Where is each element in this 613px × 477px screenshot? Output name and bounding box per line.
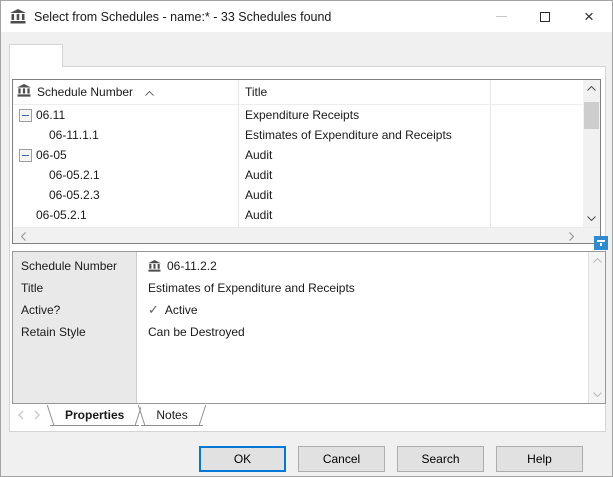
minimize-button[interactable] bbox=[479, 1, 523, 32]
top-tab[interactable] bbox=[9, 44, 63, 67]
sort-ascending-icon bbox=[145, 85, 154, 99]
property-value-text: Estimates of Expenditure and Receipts bbox=[148, 281, 355, 295]
bottom-tab-strip: Properties Notes bbox=[12, 405, 205, 429]
property-value-text: 06-11.2.2 bbox=[167, 259, 217, 273]
check-icon: ✓ bbox=[148, 302, 159, 318]
tab-label: Properties bbox=[65, 408, 124, 422]
select-schedules-dialog: Select from Schedules - name:* - 33 Sche… bbox=[0, 0, 613, 477]
schedule-number-text: 06-05.2.3 bbox=[49, 188, 100, 202]
bank-icon bbox=[10, 9, 26, 24]
title-cell: Audit bbox=[238, 208, 272, 222]
collapse-button[interactable] bbox=[19, 109, 32, 122]
collapse-button[interactable] bbox=[19, 149, 32, 162]
table-row[interactable]: 06-05.2.1 Audit bbox=[13, 165, 600, 185]
minimize-icon bbox=[496, 16, 507, 17]
tab-properties[interactable]: Properties bbox=[50, 405, 139, 426]
property-value: ✓ Active bbox=[138, 302, 198, 318]
close-icon: × bbox=[584, 8, 594, 25]
table-row[interactable]: 06-05.2.3 Audit bbox=[13, 185, 600, 205]
property-value-text: Active bbox=[165, 303, 198, 317]
property-value: ✓ 06-11.2.2 bbox=[138, 259, 217, 273]
table-body: 06.11 Expenditure Receipts 06-11.1.1 Est… bbox=[13, 105, 600, 225]
scroll-up-button[interactable] bbox=[589, 252, 606, 269]
schedule-number-cell: 06-05.2.1 bbox=[13, 168, 238, 182]
tab-notes[interactable]: Notes bbox=[141, 405, 202, 426]
help-button[interactable]: Help bbox=[496, 446, 583, 472]
schedule-number-text: 06-05.2.1 bbox=[49, 168, 100, 182]
scrollbar-thumb[interactable] bbox=[584, 102, 599, 129]
schedule-number-cell: 06-05.2.1 bbox=[13, 208, 238, 222]
column-header-title[interactable]: Title bbox=[238, 85, 267, 99]
scroll-down-button[interactable] bbox=[583, 210, 600, 227]
tab-scroll-left-icon[interactable] bbox=[18, 409, 24, 423]
maximize-icon bbox=[540, 12, 550, 22]
property-value-text: Can be Destroyed bbox=[148, 325, 245, 339]
table-row[interactable]: 06-11.1.1 Estimates of Expenditure and R… bbox=[13, 125, 600, 145]
tab-label: Notes bbox=[156, 408, 187, 422]
schedule-number-cell: 06-05 bbox=[13, 148, 238, 162]
scroll-down-button[interactable] bbox=[589, 386, 606, 403]
properties-scrollbar[interactable] bbox=[588, 252, 605, 403]
maximize-button[interactable] bbox=[523, 1, 567, 32]
schedule-number-cell: 06-05.2.3 bbox=[13, 188, 238, 202]
table-row[interactable]: 06-05.2.1 Audit bbox=[13, 205, 600, 225]
table-header: Schedule Number Title bbox=[13, 80, 600, 105]
schedule-table: Schedule Number Title 06.11 Expenditure … bbox=[12, 79, 601, 244]
scroll-up-button[interactable] bbox=[583, 80, 600, 97]
schedule-number-text: 06-05.2.1 bbox=[36, 208, 87, 222]
window-title: Select from Schedules - name:* - 33 Sche… bbox=[34, 10, 331, 24]
schedule-number-text: 06-05 bbox=[36, 148, 67, 162]
property-value: ✓ Estimates of Expenditure and Receipts bbox=[138, 281, 355, 295]
table-row[interactable]: 06.11 Expenditure Receipts bbox=[13, 105, 600, 125]
title-cell: Audit bbox=[238, 148, 272, 162]
dialog-button-row: OK Cancel Search Help bbox=[1, 446, 583, 472]
properties-panel: Schedule Number ✓ 06-11.2.2 Title ✓ Esti… bbox=[12, 251, 606, 404]
schedule-number-text: 06.11 bbox=[36, 108, 65, 122]
bank-icon bbox=[17, 84, 31, 100]
property-label: Active? bbox=[13, 303, 138, 317]
horizontal-scrollbar[interactable] bbox=[13, 227, 600, 243]
property-label: Schedule Number bbox=[13, 259, 138, 273]
tab-page: Schedule Number Title 06.11 Expenditure … bbox=[9, 66, 606, 432]
bank-icon bbox=[148, 260, 161, 272]
property-label: Title bbox=[13, 281, 138, 295]
properties-rows: Schedule Number ✓ 06-11.2.2 Title ✓ Esti… bbox=[13, 255, 588, 343]
title-cell: Audit bbox=[238, 188, 272, 202]
property-row: Title ✓ Estimates of Expenditure and Rec… bbox=[13, 277, 588, 299]
grid-options-button[interactable] bbox=[594, 236, 608, 250]
column-header-schedule-number[interactable]: Schedule Number bbox=[13, 84, 238, 100]
title-bar[interactable]: Select from Schedules - name:* - 33 Sche… bbox=[1, 1, 612, 32]
vertical-scrollbar[interactable] bbox=[583, 80, 600, 227]
table-row[interactable]: 06-05 Audit bbox=[13, 145, 600, 165]
search-button[interactable]: Search bbox=[397, 446, 484, 472]
schedule-number-cell: 06.11 bbox=[13, 108, 238, 122]
property-value: ✓ Can be Destroyed bbox=[138, 325, 245, 339]
schedule-number-cell: 06-11.1.1 bbox=[13, 128, 238, 142]
schedule-number-text: 06-11.1.1 bbox=[49, 128, 99, 142]
property-row: Active? ✓ Active bbox=[13, 299, 588, 321]
scroll-left-button[interactable] bbox=[15, 228, 32, 244]
close-button[interactable]: × bbox=[567, 1, 611, 32]
ok-button[interactable]: OK bbox=[199, 446, 286, 472]
scroll-right-button[interactable] bbox=[563, 228, 580, 244]
cancel-button[interactable]: Cancel bbox=[298, 446, 385, 472]
property-label: Retain Style bbox=[13, 325, 138, 339]
title-cell: Expenditure Receipts bbox=[238, 108, 359, 122]
property-row: Schedule Number ✓ 06-11.2.2 bbox=[13, 255, 588, 277]
column-header-label: Schedule Number bbox=[37, 85, 133, 99]
title-cell: Audit bbox=[238, 168, 272, 182]
title-cell: Estimates of Expenditure and Receipts bbox=[238, 128, 452, 142]
property-row: Retain Style ✓ Can be Destroyed bbox=[13, 321, 588, 343]
tab-scroll-right-icon[interactable] bbox=[34, 409, 40, 423]
